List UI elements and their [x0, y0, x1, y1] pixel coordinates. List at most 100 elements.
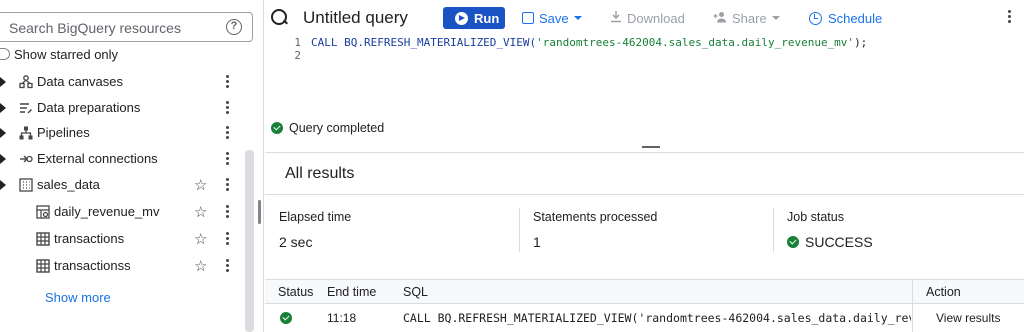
tree-item-label: daily_revenue_mv	[54, 204, 160, 219]
more-actions-icon[interactable]	[226, 152, 230, 166]
run-button[interactable]: Run	[443, 7, 505, 29]
download-icon	[610, 10, 622, 26]
more-actions-icon[interactable]	[226, 205, 230, 219]
panel-resize-handle[interactable]	[258, 200, 261, 224]
pipeline-icon	[19, 126, 33, 140]
star-icon[interactable]: ☆	[194, 176, 207, 194]
view-results-link[interactable]: View results	[936, 311, 1000, 325]
code-keyword: CALL BQ.REFRESH_MATERIALIZED_VIEW(	[311, 36, 537, 49]
tree-item-data-canvases[interactable]: Data canvases	[0, 69, 248, 95]
bigquery-studio: Search BigQuery resources ? Show starred…	[0, 0, 1024, 332]
query-title[interactable]: Untitled query	[303, 8, 408, 28]
star-icon[interactable]: ☆	[194, 203, 207, 221]
chevron-down-icon	[573, 16, 582, 20]
results-title: All results	[285, 165, 355, 182]
divider	[912, 280, 913, 332]
tree-item-transactions[interactable]: transactions ☆	[0, 226, 248, 252]
canvas-icon	[19, 75, 33, 89]
download-label: Download	[627, 10, 685, 26]
save-button[interactable]: Save	[522, 8, 582, 28]
show-starred-label: Show starred only	[14, 46, 119, 62]
chevron-down-icon	[771, 16, 780, 20]
explorer-scrollbar[interactable]	[245, 150, 254, 332]
column-header: End time	[327, 285, 377, 299]
table-icon	[36, 259, 50, 273]
expand-caret-icon[interactable]	[0, 154, 6, 164]
download-button[interactable]: Download	[610, 8, 685, 28]
dataset-icon	[19, 178, 33, 192]
tree-item-data-preparations[interactable]: Data preparations	[0, 95, 248, 121]
schedule-button[interactable]: Schedule	[809, 8, 882, 28]
results-table: Status End time SQL Action 11:18 CALL BQ…	[265, 279, 1024, 332]
show-starred-toggle[interactable]: Show starred only	[0, 46, 118, 62]
stat-label: Elapsed time	[279, 210, 352, 224]
add-person-icon	[713, 11, 727, 26]
check-circle-icon	[787, 236, 799, 248]
expand-caret-icon[interactable]	[0, 128, 6, 138]
code-string: 'randomtrees-462004.sales_data.daily_rev…	[536, 36, 855, 49]
divider	[773, 208, 774, 252]
code-line[interactable]: CALL BQ.REFRESH_MATERIALIZED_VIEW('rando…	[311, 36, 867, 49]
more-actions-icon[interactable]	[226, 178, 230, 192]
column-header: SQL	[403, 285, 429, 299]
results-drag-handle[interactable]	[642, 146, 660, 148]
stat-value: 2 sec	[279, 234, 313, 250]
star-icon[interactable]: ☆	[194, 230, 207, 248]
help-icon[interactable]: ?	[226, 19, 242, 35]
toggle-switch[interactable]	[0, 48, 10, 60]
table-row[interactable]: 11:18 CALL BQ.REFRESH_MATERIALIZED_VIEW(…	[265, 305, 1024, 331]
tree-item-label: External connections	[37, 151, 158, 166]
stat-job-status: Job status SUCCESS	[787, 210, 873, 254]
more-options-icon[interactable]	[1008, 10, 1011, 25]
expand-caret-icon[interactable]	[0, 180, 6, 190]
table-header: Status End time SQL Action	[265, 280, 1024, 304]
clock-icon	[809, 11, 822, 25]
expand-caret-icon[interactable]	[0, 77, 6, 87]
more-actions-icon[interactable]	[226, 101, 230, 115]
column-header: Status	[278, 285, 314, 299]
query-icon	[271, 9, 287, 25]
stat-elapsed-time: Elapsed time 2 sec	[279, 210, 351, 254]
check-circle-icon	[271, 122, 283, 134]
more-actions-icon[interactable]	[226, 126, 230, 140]
materialized-view-icon	[36, 205, 50, 219]
star-icon[interactable]: ☆	[194, 257, 207, 275]
schedule-label: Schedule	[828, 10, 883, 26]
search-input[interactable]: Search BigQuery resources ?	[0, 12, 253, 42]
divider	[519, 208, 520, 252]
more-actions-icon[interactable]	[226, 75, 230, 89]
share-button[interactable]: Share	[713, 8, 780, 28]
show-more-link[interactable]: Show more	[45, 290, 111, 305]
check-circle-icon	[280, 312, 292, 324]
connection-icon	[19, 152, 33, 166]
explorer-panel: Search BigQuery resources ? Show starred…	[0, 0, 264, 332]
query-editor-panel: Untitled query Run Save Download Share S…	[265, 0, 1024, 332]
stat-label: Job status	[787, 210, 844, 224]
expand-caret-icon[interactable]	[0, 103, 6, 113]
tree-item-label: transactions	[54, 231, 125, 246]
more-actions-icon[interactable]	[226, 259, 230, 273]
query-status: Query completed	[271, 121, 384, 135]
table-icon	[36, 232, 50, 246]
save-label: Save	[539, 10, 569, 26]
sql-cell: CALL BQ.REFRESH_MATERIALIZED_VIEW('rando…	[403, 311, 911, 325]
status-text: Query completed	[289, 121, 385, 135]
run-label: Run	[474, 10, 500, 26]
tree-item-daily-revenue-mv[interactable]: daily_revenue_mv ☆	[0, 199, 248, 225]
tree-item-label: transactionss	[54, 258, 131, 273]
stat-value: 1	[533, 234, 541, 250]
play-icon	[455, 11, 468, 25]
code-end: );	[854, 36, 868, 49]
tree-item-label: Data canvases	[37, 74, 123, 89]
tree-item-transactionss[interactable]: transactionss ☆	[0, 253, 248, 279]
stat-statements-processed: Statements processed 1	[533, 210, 657, 254]
query-toolbar: Untitled query Run Save Download Share S…	[265, 0, 1024, 34]
tree-item-external-connections[interactable]: External connections	[0, 146, 248, 172]
sql-editor[interactable]: 1 2 CALL BQ.REFRESH_MATERIALIZED_VIEW('r…	[265, 34, 1024, 118]
column-header: Action	[926, 285, 961, 299]
end-time-cell: 11:18	[327, 311, 357, 325]
more-actions-icon[interactable]	[226, 232, 230, 246]
search-placeholder: Search BigQuery resources	[9, 20, 181, 36]
tree-item-sales-data[interactable]: sales_data ☆	[0, 172, 248, 198]
tree-item-pipelines[interactable]: Pipelines	[0, 120, 248, 146]
